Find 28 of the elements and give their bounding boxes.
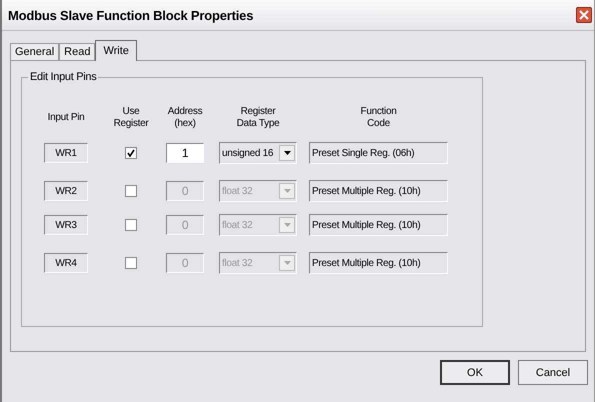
column-header: Address (hex) <box>166 106 204 130</box>
column-header: Use Register <box>112 106 150 130</box>
tab[interactable]: General <box>10 43 60 60</box>
column-header: Function Code <box>360 106 398 130</box>
checkbox[interactable] <box>125 185 137 197</box>
window-title: Modbus Slave Function Block Properties <box>8 8 254 22</box>
dialog-button[interactable]: OK <box>440 360 510 385</box>
pin-label: WR1 <box>44 143 88 163</box>
checkbox[interactable] <box>125 257 137 269</box>
pin-label: WR4 <box>44 253 88 273</box>
tab[interactable]: Write <box>95 40 137 61</box>
pin-label: WR3 <box>44 215 88 235</box>
tab[interactable]: Read <box>59 43 96 60</box>
column-header: Input Pin <box>46 112 86 124</box>
data-type-dropdown[interactable]: unsigned 16 <box>219 142 297 164</box>
pin-label: WR2 <box>44 181 88 201</box>
function-code-field: Preset Multiple Reg. (10h) <box>309 214 448 236</box>
function-code-field: Preset Single Reg. (06h) <box>309 142 448 164</box>
close-icon <box>579 10 589 20</box>
function-code-field: Preset Multiple Reg. (10h) <box>309 180 448 202</box>
checkbox[interactable] <box>125 219 137 231</box>
column-header: Register Data Type <box>236 106 280 130</box>
address-field[interactable]: 1 <box>166 143 204 163</box>
function-code-field: Preset Multiple Reg. (10h) <box>309 252 448 274</box>
dialog-button[interactable]: Cancel <box>518 360 588 385</box>
checkbox[interactable] <box>125 147 137 159</box>
group-title: Edit Input Pins <box>28 71 98 83</box>
close-button[interactable] <box>576 7 592 23</box>
